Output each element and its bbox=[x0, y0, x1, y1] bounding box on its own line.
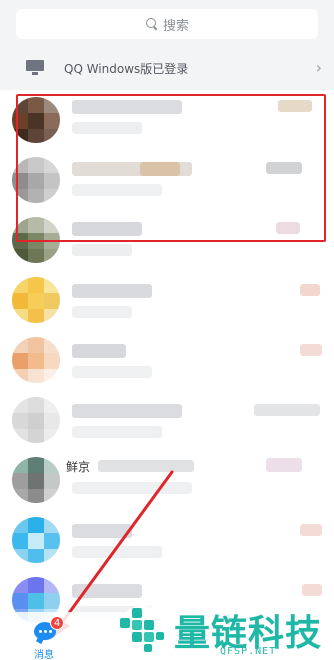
conversation-row[interactable] bbox=[0, 330, 334, 390]
timestamp bbox=[254, 404, 320, 416]
message-preview bbox=[72, 546, 162, 558]
watermark-logo: 量链科技 QFSP.NET bbox=[116, 600, 334, 660]
watermark-domain: QFSP.NET bbox=[220, 646, 277, 657]
message-preview bbox=[72, 426, 162, 438]
conversation-row[interactable]: 鲜京 bbox=[0, 450, 334, 510]
avatar bbox=[12, 337, 60, 383]
contact-name-rest bbox=[98, 460, 194, 472]
avatar bbox=[12, 457, 60, 503]
timestamp bbox=[300, 344, 322, 356]
contact-name bbox=[72, 584, 142, 598]
conversation-row[interactable] bbox=[0, 390, 334, 450]
conversation-row[interactable] bbox=[0, 270, 334, 330]
avatar bbox=[12, 397, 60, 443]
contact-name bbox=[72, 404, 182, 418]
timestamp bbox=[266, 458, 302, 472]
avatar bbox=[12, 517, 60, 563]
search-bar[interactable]: 搜索 bbox=[16, 9, 318, 39]
timestamp bbox=[300, 284, 320, 296]
device-login-banner[interactable]: QQ Windows版已登录 › bbox=[0, 46, 334, 90]
tab-messages-label: 消息 bbox=[34, 650, 54, 660]
search-area: 搜索 bbox=[0, 0, 334, 46]
contact-name: 鲜京 bbox=[66, 460, 91, 474]
chevron-right-icon: › bbox=[315, 58, 322, 77]
contact-name bbox=[72, 284, 152, 298]
conversation-row[interactable] bbox=[0, 510, 334, 570]
timestamp bbox=[302, 584, 322, 596]
message-preview bbox=[72, 306, 132, 318]
monitor-icon bbox=[26, 60, 44, 75]
timestamp bbox=[300, 524, 322, 536]
search-icon bbox=[145, 17, 159, 31]
message-bubble-dots bbox=[39, 630, 52, 633]
watermark-mark-icon bbox=[118, 606, 166, 654]
highlight-annotation-box bbox=[16, 94, 326, 242]
device-login-label: QQ Windows版已登录 bbox=[64, 62, 189, 76]
unread-badge: 4 bbox=[50, 616, 65, 630]
contact-name bbox=[72, 524, 132, 538]
message-preview bbox=[72, 244, 132, 256]
message-preview bbox=[72, 482, 192, 494]
tab-messages[interactable]: 4 消息 bbox=[26, 616, 66, 660]
message-preview bbox=[72, 366, 152, 378]
search-placeholder: 搜索 bbox=[162, 18, 189, 34]
contact-name bbox=[72, 344, 126, 358]
avatar bbox=[12, 277, 60, 323]
